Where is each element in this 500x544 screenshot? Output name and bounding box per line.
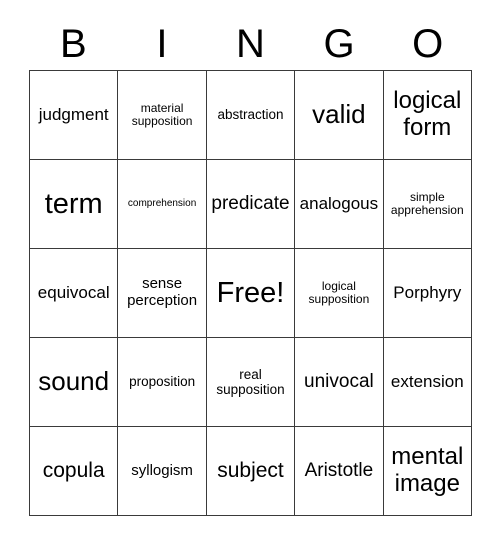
bingo-header-letter-b: B [59,22,87,66]
bingo-cell-label: comprehension [127,198,197,210]
bingo-cell-r4c4[interactable]: univocal [295,338,384,427]
bingo-cell-label: equivocal [37,283,110,303]
bingo-cell-label: extension [390,372,464,392]
bingo-cell-r2c3[interactable]: predicate [206,160,296,249]
bingo-cell-label: subject [217,459,284,483]
bingo-cell-r1c5[interactable]: logical form [383,71,472,160]
bingo-cell-label: logical supposition [308,278,370,306]
bingo-cell-r5c3[interactable]: subject [206,427,296,516]
bingo-cell-r3c4[interactable]: logical supposition [295,249,384,338]
bingo-cell-r3c1[interactable]: equivocal [30,249,119,338]
bingo-cell-r1c1[interactable]: judgment [30,71,119,160]
bingo-cell-r1c3[interactable]: abstraction [206,71,296,160]
bingo-cell-r4c2[interactable]: proposition [118,338,207,427]
bingo-free-space-label: Free! [216,276,285,309]
bingo-cell-r5c4[interactable]: Aristotle [295,427,384,516]
bingo-cell-label: real supposition [216,366,285,397]
bingo-cell-label: proposition [129,374,196,390]
bingo-cell-r4c1[interactable]: sound [30,338,119,427]
bingo-header-letter-o: O [412,22,444,66]
bingo-header-letter-g: G [323,22,355,66]
bingo-header-letter-i: I [156,22,168,66]
bingo-cell-label: predicate [211,193,290,215]
bingo-cell-r3c2[interactable]: sense perception [118,249,207,338]
bingo-cell-label: copula [42,459,105,483]
bingo-cell-r4c5[interactable]: extension [383,338,472,427]
bingo-cell-label: simple apprehension [390,189,464,217]
bingo-cell-label: univocal [304,371,374,393]
bingo-cell-label: logical form [393,87,462,141]
bingo-cell-label: abstraction [217,107,284,123]
bingo-cell-label: syllogism [131,461,193,479]
bingo-cell-label: sound [38,366,110,397]
bingo-cell-r2c5[interactable]: simple apprehension [383,160,472,249]
bingo-cell-label: sense perception [127,275,198,309]
bingo-header-row: B I N G O [29,18,472,70]
bingo-cell-label: analogous [299,194,379,214]
bingo-cell-label: material supposition [131,100,193,128]
bingo-cell-r5c1[interactable]: copula [30,427,119,516]
bingo-cell-r1c2[interactable]: material supposition [118,71,207,160]
bingo-grid: judgment material supposition abstractio… [29,70,472,516]
bingo-cell-label: Aristotle [304,460,374,482]
bingo-cell-label: Porphyry [393,283,462,303]
bingo-cell-r5c5[interactable]: mental image [383,427,472,516]
bingo-cell-label: term [44,187,103,220]
bingo-header-letter-n: N [236,22,265,66]
bingo-cell-r2c4[interactable]: analogous [295,160,384,249]
bingo-cell-r2c1[interactable]: term [30,160,119,249]
bingo-card: B I N G O judgment material supposition … [0,0,500,544]
bingo-cell-r4c3[interactable]: real supposition [206,338,296,427]
bingo-cell-free-space[interactable]: Free! [206,249,296,338]
bingo-cell-label: judgment [38,105,109,125]
bingo-cell-label: mental image [391,443,464,497]
bingo-cell-r1c4[interactable]: valid [295,71,384,160]
bingo-cell-r5c2[interactable]: syllogism [118,427,207,516]
bingo-cell-r2c2[interactable]: comprehension [118,160,207,249]
bingo-cell-label: valid [312,99,366,130]
bingo-cell-r3c5[interactable]: Porphyry [383,249,472,338]
